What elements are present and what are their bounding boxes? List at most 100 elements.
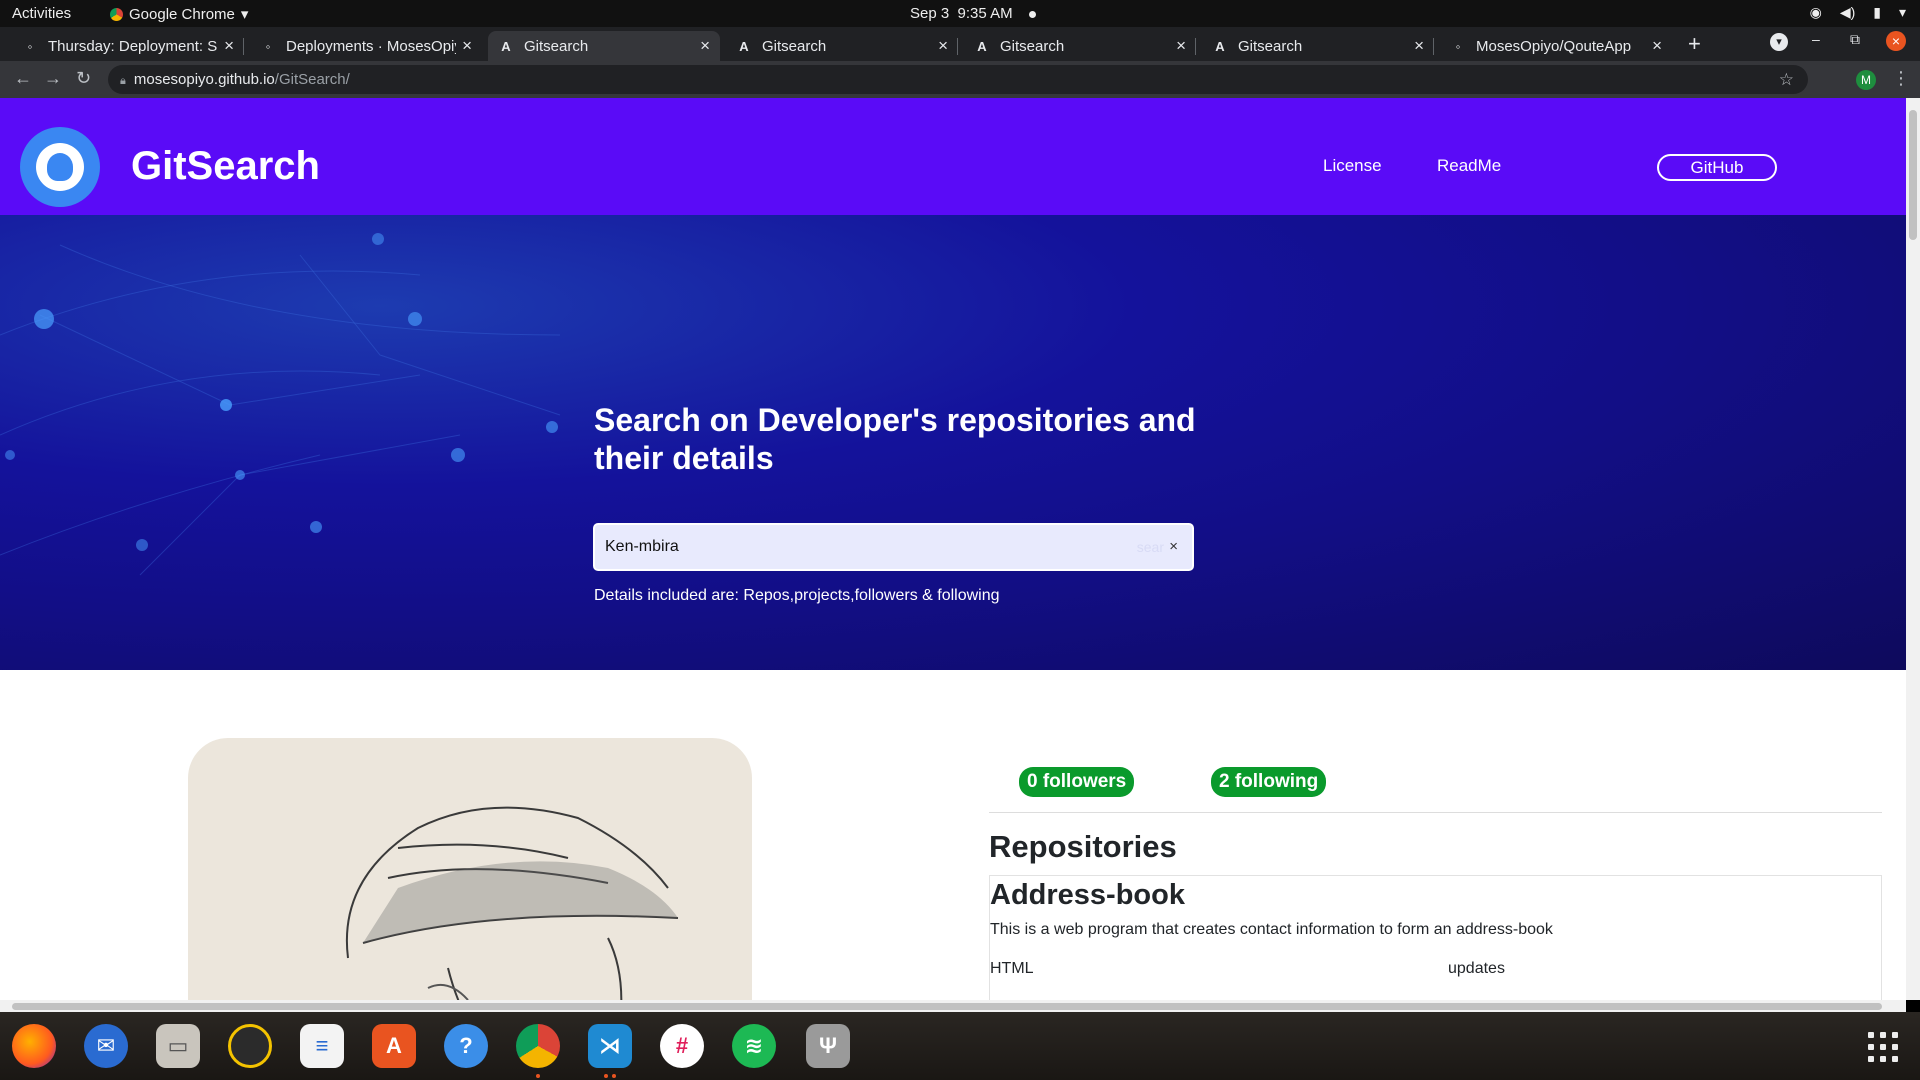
forward-icon[interactable]: → (44, 68, 62, 89)
chrome-icon (110, 7, 123, 21)
github-icon: ◦ (265, 38, 271, 54)
vscode-icon[interactable]: ⋊ (588, 1024, 632, 1068)
usb-icon[interactable]: Ψ (806, 1024, 850, 1068)
browser-toolbar: ← → ↻ 🔒︎ mosesopiyo.github.io/GitSearch/ … (0, 61, 1920, 98)
scroll-thumb[interactable] (1909, 110, 1917, 240)
hero-title: Search on Developer's repositories and t… (594, 402, 1196, 476)
hero-note: Details included are: Repos,projects,fol… (594, 587, 1000, 604)
github-icon: ◦ (1455, 38, 1461, 54)
activities-button[interactable]: Activities (12, 5, 71, 22)
new-tab-button[interactable]: + (1688, 31, 1701, 57)
minimize-button[interactable]: – (1812, 31, 1820, 47)
running-indicator (612, 1074, 616, 1078)
tab-divider (243, 38, 244, 55)
tab-search-icon[interactable]: ▾ (1770, 33, 1788, 51)
close-tab-icon[interactable]: × (700, 36, 710, 56)
divider (989, 812, 1882, 813)
restore-button[interactable]: ⧉ (1850, 31, 1860, 48)
following-badge: 2 following (1211, 767, 1327, 797)
caret-down-icon: ▾ (1898, 4, 1906, 20)
horizontal-scrollbar[interactable] (0, 1000, 1906, 1012)
scroll-thumb[interactable] (12, 1003, 1882, 1010)
repositories-heading: Repositories (989, 829, 1177, 864)
spotify-icon[interactable]: ≋ (732, 1024, 776, 1068)
tab-title: Gitsearch (1000, 37, 1065, 55)
system-tray[interactable]: ◉ ◀) ▮ ▾ (1810, 4, 1906, 21)
clock-date: Sep 3 (910, 5, 950, 22)
running-indicator (604, 1074, 608, 1078)
address-bar[interactable]: 🔒︎ mosesopiyo.github.io/GitSearch/ ☆ (108, 65, 1808, 94)
page-icon: ◦ (27, 38, 33, 54)
angular-icon: A (501, 38, 511, 54)
github-button[interactable]: GitHub (1657, 154, 1777, 181)
tab-3-active[interactable]: A Gitsearch × (488, 31, 720, 61)
sketch-portrait-graphic (345, 806, 679, 1000)
nav-readme-link[interactable]: ReadMe (1437, 156, 1501, 176)
wifi-icon: ◉ (1809, 4, 1822, 20)
repo-description: This is a web program that creates conta… (990, 921, 1553, 938)
repo-updated: updates (1448, 960, 1505, 977)
url-path: /GitSearch/ (274, 71, 350, 88)
close-tab-icon[interactable]: × (1176, 36, 1186, 56)
firefox-icon[interactable] (12, 1024, 56, 1068)
app-menu[interactable]: Google Chrome ▾ (110, 5, 248, 23)
url-host: mosesopiyo.github.io (133, 71, 275, 88)
tab-title: Gitsearch (762, 37, 827, 55)
thunderbird-icon[interactable]: ✉ (84, 1024, 128, 1068)
caret-down-icon: ▾ (240, 6, 249, 23)
close-tab-icon[interactable]: × (1652, 36, 1662, 56)
search-button[interactable]: sear (1137, 539, 1164, 555)
tab-divider (957, 38, 958, 55)
battery-icon: ▮ (1873, 4, 1881, 20)
volume-icon: ◀) (1839, 4, 1856, 20)
tab-7[interactable]: ◦ MosesOpiyo/QouteApp × (1440, 31, 1672, 61)
tab-divider (1195, 38, 1196, 55)
back-icon[interactable]: ← (14, 68, 32, 89)
chrome-icon[interactable] (516, 1024, 560, 1068)
page-viewport: GitSearch License ReadMe GitHub Search o… (0, 98, 1906, 1000)
help-icon[interactable]: ? (444, 1024, 488, 1068)
octocat-icon (36, 143, 84, 191)
repo-name[interactable]: Address-book (990, 879, 1185, 912)
followers-badge: 0 followers (1019, 767, 1135, 797)
slack-icon[interactable]: # (660, 1024, 704, 1068)
software-icon[interactable]: A (372, 1024, 416, 1068)
tab-2[interactable]: ◦ Deployments · MosesOpiy × (250, 31, 482, 61)
close-tab-icon[interactable]: × (938, 36, 948, 56)
nav-license-link[interactable]: License (1323, 156, 1382, 176)
angular-icon: A (739, 38, 749, 54)
gnome-top-bar: Activities Google Chrome ▾ Sep 3 9:35 AM… (0, 0, 1920, 27)
tab-4[interactable]: A Gitsearch × (726, 31, 958, 61)
show-applications-icon[interactable] (1868, 1032, 1898, 1062)
close-window-button[interactable]: × (1886, 31, 1906, 51)
clock[interactable]: Sep 3 9:35 AM (910, 5, 1036, 22)
clear-input-icon[interactable]: × (1169, 538, 1178, 555)
tab-title: Gitsearch (1238, 37, 1303, 55)
close-tab-icon[interactable]: × (224, 36, 234, 56)
tab-strip: ◦ Thursday: Deployment: Sl × ◦ Deploymen… (0, 27, 1920, 61)
files-icon[interactable]: ▭ (156, 1024, 200, 1068)
ubuntu-dock: ✉ ▭ ≡ A ? ⋊ # ≋ Ψ (0, 1012, 1920, 1080)
lock-icon: 🔒︎ (120, 75, 126, 87)
profile-avatar[interactable]: M (1856, 70, 1876, 90)
tab-6[interactable]: A Gitsearch × (1202, 31, 1434, 61)
vertical-scrollbar[interactable] (1906, 98, 1920, 1000)
tab-title: Deployments · MosesOpiy (286, 37, 457, 55)
close-tab-icon[interactable]: × (462, 36, 472, 56)
profile-avatar-image (188, 738, 752, 1000)
tab-1[interactable]: ◦ Thursday: Deployment: Sl × (12, 31, 244, 61)
chrome-menu-icon[interactable]: ⋮ (1892, 68, 1910, 89)
tab-title: Thursday: Deployment: Sl (48, 37, 219, 55)
tab-5[interactable]: A Gitsearch × (964, 31, 1196, 61)
github-logo-icon[interactable] (20, 127, 100, 207)
username-search-input[interactable] (605, 533, 1125, 561)
close-tab-icon[interactable]: × (1414, 36, 1424, 56)
app-menu-label: Google Chrome (129, 5, 235, 23)
reload-icon[interactable]: ↻ (76, 68, 91, 89)
site-brand[interactable]: GitSearch (131, 144, 320, 189)
writer-icon[interactable]: ≡ (300, 1024, 344, 1068)
angular-icon: A (1215, 38, 1225, 54)
rhythmbox-icon[interactable] (228, 1024, 272, 1068)
repo-card: Address-book This is a web program that … (989, 875, 1882, 1000)
bookmark-star-icon[interactable]: ☆ (1779, 65, 1794, 94)
